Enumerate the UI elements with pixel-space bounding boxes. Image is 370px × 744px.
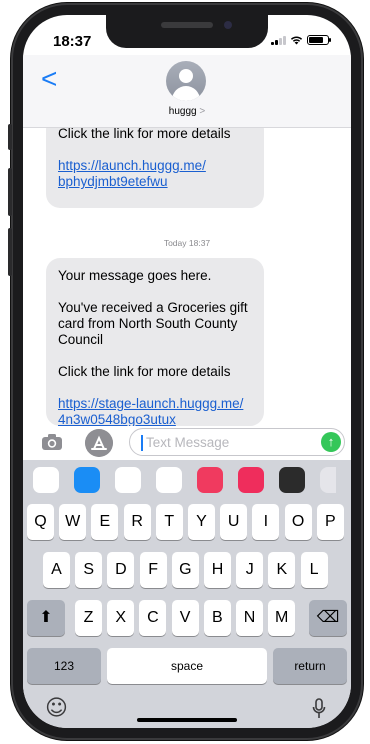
key-u[interactable]: U [220,504,248,540]
key-s[interactable]: S [75,552,103,588]
conversation-header: < huggg > [23,55,351,128]
key-z[interactable]: Z [75,600,102,636]
app-store-app-icon[interactable] [74,467,100,493]
shift-key[interactable]: ⬆ [27,600,65,636]
search-images-app-icon[interactable] [197,467,223,493]
message-bubble[interactable]: Your message goes here. You've received … [46,258,264,426]
key-x[interactable]: X [107,600,135,636]
keyboard: Q W E R T Y U I O P A S D F G H J K L ⬆ Z X C V B N M ⌫ 123 space retu… [23,460,351,728]
silent-switch [8,124,12,150]
key-j[interactable]: J [236,552,264,588]
message-placeholder: Text Message [146,435,230,450]
delete-key[interactable]: ⌫ [309,600,347,636]
key-n[interactable]: N [236,600,263,636]
key-l[interactable]: L [300,552,328,588]
memoji-app-icon[interactable] [115,467,141,493]
contact-avatar[interactable] [166,61,206,101]
wifi-icon [290,36,303,45]
key-k[interactable]: K [268,552,296,588]
key-d[interactable]: D [107,552,135,588]
key-b[interactable]: B [203,600,231,636]
message-text: Your message goes here. [58,268,212,283]
battery-icon [307,35,331,45]
key-p[interactable]: P [316,504,344,540]
key-a[interactable]: A [43,552,70,588]
return-key[interactable]: return [273,648,347,684]
key-h[interactable]: H [204,552,231,588]
camera-icon[interactable] [41,433,63,451]
timestamp-day: Today [163,238,187,248]
digital-touch-app-icon[interactable] [238,467,264,493]
key-m[interactable]: M [268,600,296,636]
key-q[interactable]: Q [27,504,54,540]
compose-bar: Text Message ↑ [23,426,351,460]
microphone-icon[interactable] [312,698,326,720]
key-e[interactable]: E [91,504,119,540]
key-r[interactable]: R [123,504,151,540]
volume-up-button [8,168,12,216]
app-store-icon[interactable] [85,429,113,457]
front-camera [224,21,232,29]
key-f[interactable]: F [139,552,167,588]
message-link[interactable]: https://launch.huggg.me/ bphydjmbt9etefw… [58,158,206,189]
message-link[interactable]: https://stage-launch.huggg.me/ 4n3w0548b… [58,396,243,426]
key-o[interactable]: O [284,504,312,540]
contact-name: huggg [168,106,197,117]
signal-icon [271,35,286,45]
more-app-icon[interactable] [320,467,336,493]
stickers-app-icon[interactable] [156,467,182,493]
key-g[interactable]: G [171,552,199,588]
key-c[interactable]: C [139,600,167,636]
app-drawer [23,460,351,500]
key-i[interactable]: I [252,504,280,540]
speaker [161,22,213,28]
notch [106,15,268,48]
key-t[interactable]: T [155,504,183,540]
numbers-key[interactable]: 123 [27,648,101,684]
music-app-icon[interactable] [279,467,305,493]
phone-screen: 18:37 < huggg > Click the link for more … [23,15,351,728]
contact-name-row[interactable]: huggg > [23,106,351,117]
key-v[interactable]: V [171,600,199,636]
key-w[interactable]: W [59,504,87,540]
timestamp-time: 18:37 [188,238,211,248]
send-button[interactable]: ↑ [321,432,341,452]
message-timestamp: Today 18:37 [23,238,351,248]
back-button[interactable]: < [41,65,57,93]
message-bubble[interactable]: Click the link for more details https://… [46,128,264,208]
emoji-icon[interactable]: ☺ [45,696,68,721]
message-list[interactable]: Click the link for more details https://… [23,128,351,426]
key-y[interactable]: Y [188,504,215,540]
photos-app-icon[interactable] [33,467,59,493]
home-indicator[interactable] [137,718,237,722]
space-key[interactable]: space [107,648,267,684]
message-text: You've received a Groceries gift card fr… [58,300,248,347]
message-input[interactable]: Text Message ↑ [129,428,345,456]
message-text: Click the link for more details [58,128,231,141]
status-icons [271,35,331,45]
volume-down-button [8,228,12,276]
text-cursor [141,435,143,451]
message-text: Click the link for more details [58,364,231,379]
status-time: 18:37 [53,33,92,50]
chevron-right-icon: > [199,106,206,117]
